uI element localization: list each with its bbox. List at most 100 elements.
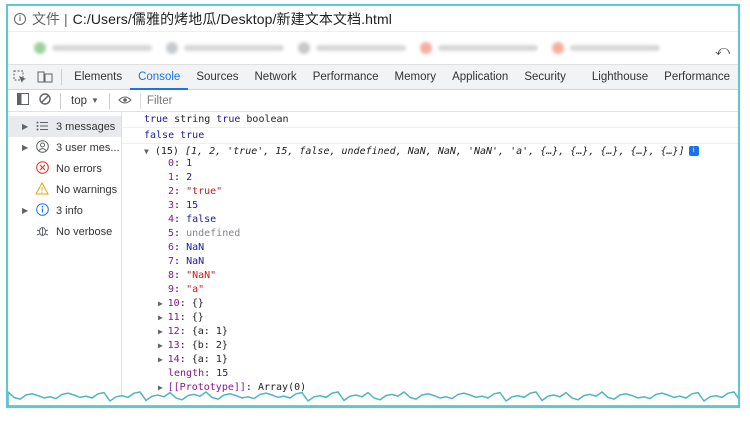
tab-memory[interactable]: Memory — [387, 64, 445, 90]
expand-triangle-icon[interactable]: ▶ — [22, 206, 32, 215]
bookmark-item[interactable] — [552, 42, 660, 54]
tab-performance[interactable]: Performance — [305, 64, 387, 90]
expand-triangle-icon[interactable]: ▼ — [144, 147, 149, 156]
context-selector[interactable]: top ▼ — [65, 95, 105, 107]
sidebar-item-list[interactable]: ▶ 3 messages — [8, 116, 121, 137]
sidebar-toggle-icon[interactable] — [12, 93, 34, 108]
entry-value: 2 — [186, 172, 193, 183]
tab-list: Elements Console Sources Network Performance… — [66, 64, 738, 90]
bookmark-item[interactable] — [298, 42, 406, 54]
expand-triangle-icon[interactable]: ▶ — [158, 355, 168, 364]
sidebar-item-user[interactable]: ▶ 3 user mes... — [8, 137, 121, 158]
entry-key: 13 — [167, 340, 180, 351]
tab-network[interactable]: Network — [247, 64, 305, 90]
devtools-tabbar: Elements Console Sources Network Performance… — [8, 64, 738, 90]
array-entry: 2: "true" — [122, 185, 738, 199]
url-text[interactable]: C:/Users/儒雅的烤地瓜/Desktop/新建文本文档.html — [73, 9, 392, 29]
array-entry: 8: "NaN" — [122, 269, 738, 283]
tab-application[interactable]: Application — [444, 64, 516, 90]
entry-colon: : — [179, 340, 192, 351]
sidebar-item-label: No errors — [56, 162, 102, 175]
extension-icon[interactable]: ⤺ — [715, 42, 730, 59]
bookmark-label-blurred — [52, 45, 152, 51]
entry-value: {a: 1} — [191, 326, 228, 337]
tab-elements[interactable]: Elements — [66, 64, 130, 90]
log-line: true string true boolean — [122, 112, 738, 128]
address-bar[interactable]: i 文件 | C:/Users/儒雅的烤地瓜/Desktop/新建文本文档.ht… — [8, 6, 738, 32]
log-token: true — [144, 114, 169, 125]
array-entry[interactable]: ▶ 10: {} — [122, 297, 738, 311]
context-label: top — [71, 94, 87, 107]
array-entry: 9: "a" — [122, 283, 738, 297]
array-entry[interactable]: ▶ 14: {a: 1} — [122, 353, 738, 367]
entry-key: length — [168, 368, 205, 379]
expand-triangle-icon[interactable]: ▶ — [158, 313, 168, 322]
entry-key: 10 — [167, 298, 180, 309]
device-toolbar-icon[interactable] — [33, 64, 58, 90]
entry-value: {} — [191, 312, 204, 323]
expand-triangle-icon[interactable]: ▶ — [22, 143, 32, 152]
console-panel: ▶ 3 messages ▶ 3 user mes... No errors No war… — [8, 112, 738, 406]
bug-icon — [32, 224, 52, 240]
console-output[interactable]: true string true boolean false true ▼ (1… — [122, 112, 738, 406]
divider — [108, 92, 110, 109]
user-icon — [32, 139, 52, 156]
bookmark-label-blurred — [184, 45, 284, 51]
entry-colon: : — [179, 298, 192, 309]
bookmark-favicon-icon — [298, 42, 310, 54]
entry-value: "true" — [186, 186, 223, 197]
expand-triangle-icon[interactable]: ▶ — [22, 122, 32, 131]
expand-triangle-icon[interactable]: ▶ — [158, 299, 168, 308]
bookmark-favicon-icon — [34, 42, 46, 54]
tab-lighthouse[interactable]: Lighthouse — [584, 64, 656, 90]
array-entry[interactable]: ▶ 12: {a: 1} — [122, 325, 738, 339]
entry-value: 15 — [186, 200, 199, 211]
array-preview: [1, 2, 'true', 15, false, undefined, NaN… — [184, 146, 685, 157]
entry-value: {a: 1} — [191, 354, 228, 365]
entry-colon: : — [204, 368, 217, 379]
info-badge-icon: i — [688, 146, 699, 156]
inspect-element-icon[interactable] — [8, 64, 33, 90]
array-log-header[interactable]: ▼ (15) [1, 2, 'true', 15, false, undefin… — [122, 144, 738, 157]
entry-value: false — [186, 214, 217, 225]
info-icon[interactable]: i — [14, 12, 26, 25]
bookmark-item[interactable] — [166, 42, 284, 54]
array-count: (15) — [154, 146, 179, 157]
entry-colon: : — [174, 270, 187, 281]
bookmarks-bar — [8, 32, 738, 64]
array-entry: 1: 2 — [122, 171, 738, 185]
clear-console-icon[interactable] — [34, 93, 56, 108]
expand-triangle-icon[interactable]: ▶ — [158, 341, 168, 350]
entry-value: undefined — [186, 228, 241, 239]
tab-sources[interactable]: Sources — [188, 64, 246, 90]
log-line: false true — [122, 128, 738, 144]
array-entry: length: 15 — [122, 367, 738, 381]
tab-console[interactable]: Console — [130, 64, 189, 90]
array-entry: 5: undefined — [122, 227, 738, 241]
array-entry: 0: 1 — [122, 157, 738, 171]
console-sidebar: ▶ 3 messages ▶ 3 user mes... No errors No war… — [8, 112, 122, 406]
array-entry: 7: NaN — [122, 255, 738, 269]
log-token: string — [174, 114, 211, 125]
filter-input[interactable]: Filter — [139, 92, 172, 109]
bookmark-item[interactable] — [420, 42, 538, 54]
browser-window: i 文件 | C:/Users/儒雅的烤地瓜/Desktop/新建文本文档.ht… — [6, 4, 740, 408]
live-expression-eye-icon[interactable] — [114, 94, 136, 108]
expand-triangle-icon[interactable]: ▶ — [158, 327, 168, 336]
sidebar-item-error[interactable]: No errors — [8, 158, 121, 179]
entry-colon: : — [179, 312, 192, 323]
entry-colon: : — [174, 228, 187, 239]
entry-colon: : — [174, 186, 187, 197]
array-entry[interactable]: ▶ 11: {} — [122, 311, 738, 325]
sidebar-item-info[interactable]: ▶ 3 info — [8, 200, 121, 221]
bookmark-item[interactable] — [34, 42, 152, 54]
entry-colon: : — [174, 214, 187, 225]
array-entry[interactable]: ▶ 13: {b: 2} — [122, 339, 738, 353]
sidebar-item-bug[interactable]: No verbose — [8, 221, 121, 242]
tab-security[interactable]: Security — [516, 64, 574, 90]
tab-performance[interactable]: Performance — [656, 64, 738, 90]
bookmark-label-blurred — [438, 45, 538, 51]
entry-colon: : — [174, 172, 187, 183]
sidebar-item-label: 3 messages — [56, 120, 116, 133]
sidebar-item-warning[interactable]: No warnings — [8, 179, 121, 200]
